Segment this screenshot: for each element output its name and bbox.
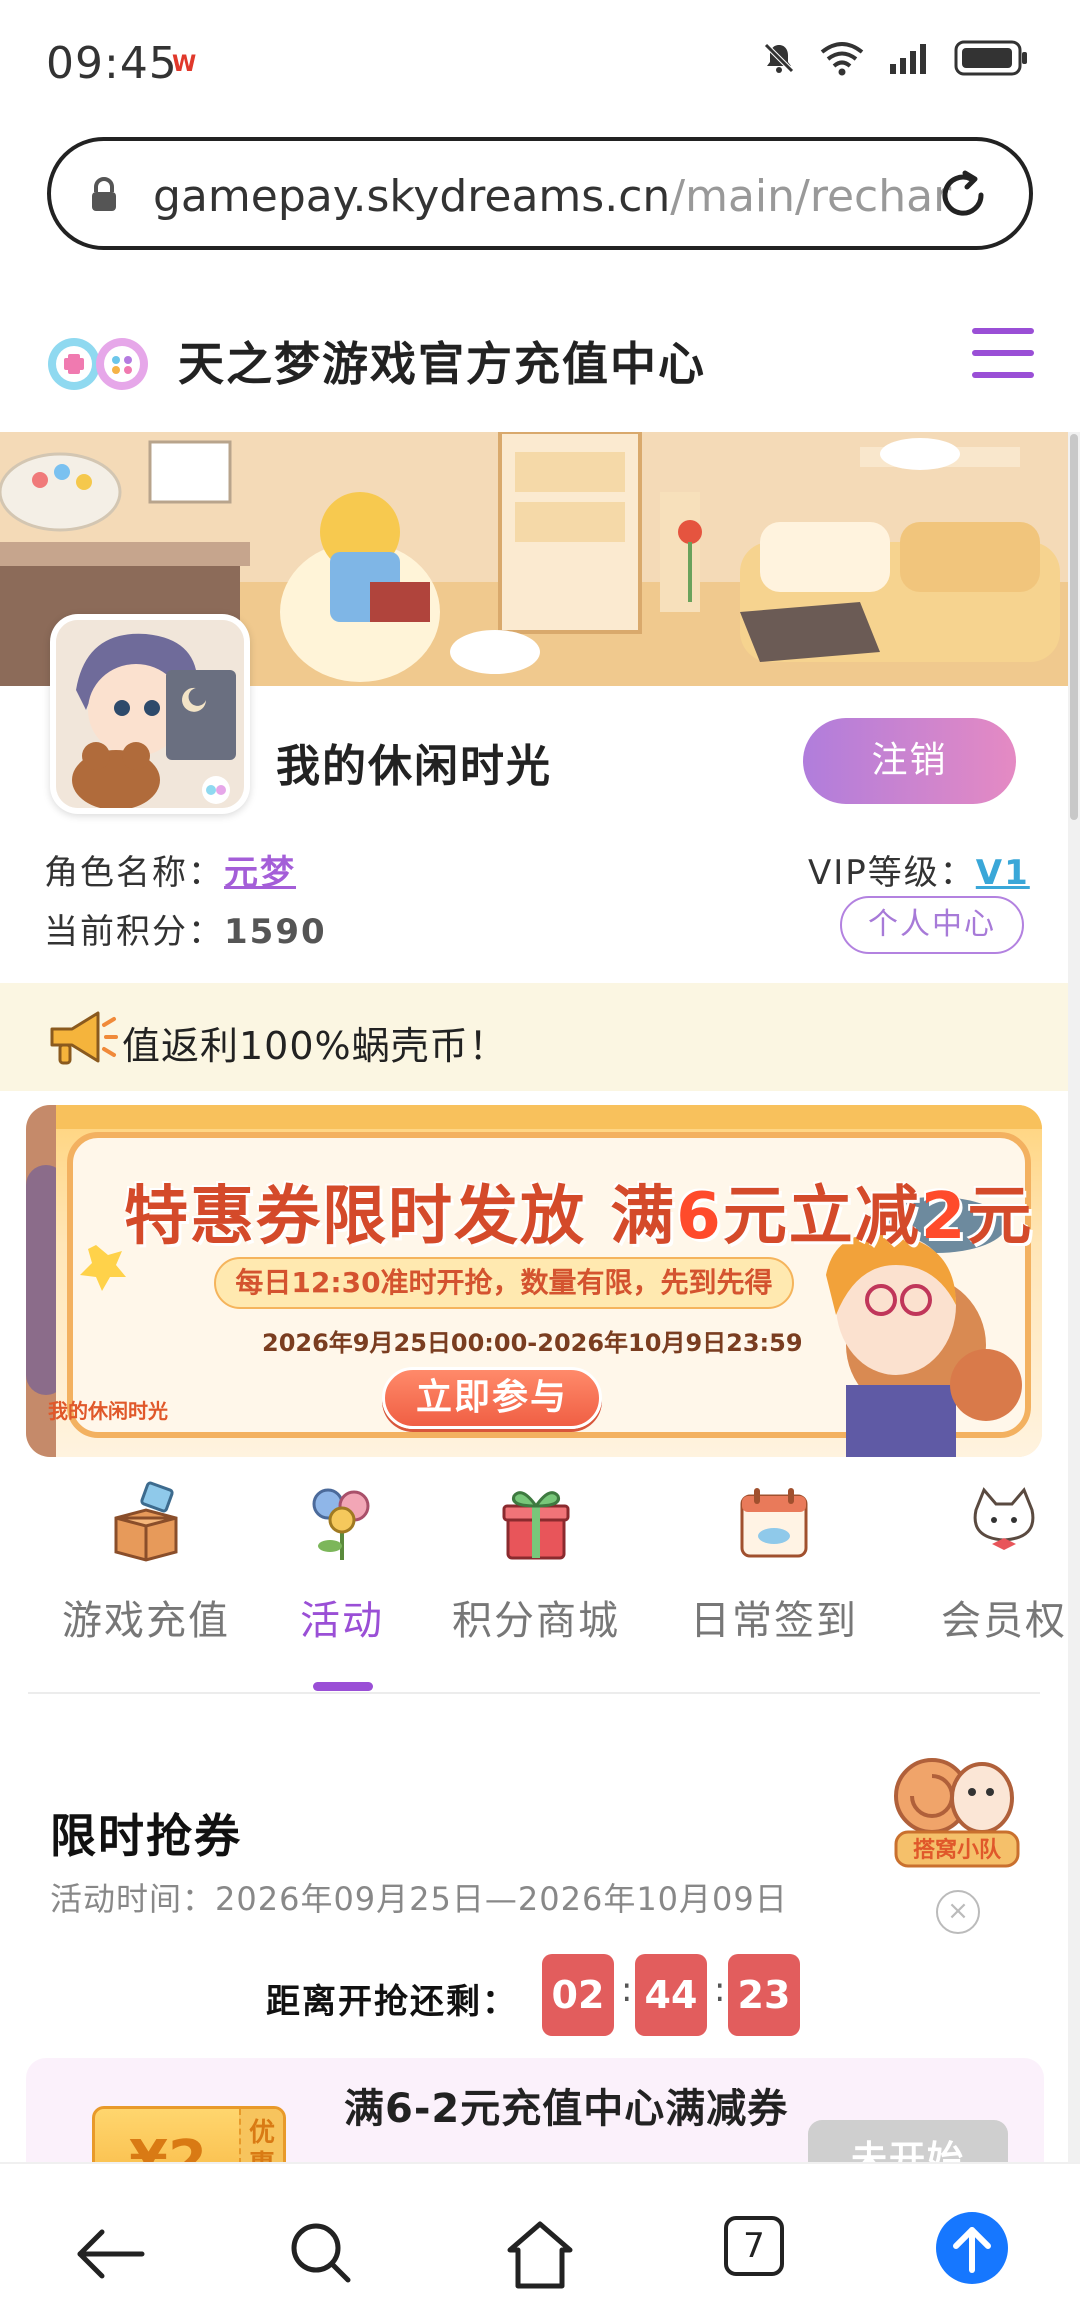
promo-banner[interactable]: 特惠券限时发放 满6元立减2元 每日12:30准时开抢，数量有限，先到先得 20… [26,1105,1042,1457]
active-tab-indicator [313,1682,373,1691]
battery-icon [954,40,1027,76]
cat-icon [973,1487,1035,1550]
countdown-hours: 02 [542,1954,614,2036]
category-nav: 游戏充值 活动 积分商城 日常签到 会员权 [0,1480,1068,1690]
address-bar[interactable]: gamepay.skydreams.cn/main/rechar [47,137,1033,250]
url-path: /main/rechar [670,171,952,222]
countdown-separator: : [714,1970,726,2010]
role-name-link[interactable]: 元梦 [224,853,296,893]
category-label: 游戏充值 [62,1598,230,1644]
category-label: 活动 [300,1598,384,1644]
promo-title-part: 特惠券限时发放 满 [124,1180,677,1254]
activity-title: 限时抢券 [50,1809,242,1863]
reload-icon[interactable] [935,167,991,223]
points-label: 当前积分： [44,912,224,952]
lock-icon [92,177,116,211]
browser-bottom-nav: 7 [0,2162,1080,2324]
menu-icon[interactable] [970,322,1036,384]
role-name-label: 角色名称： [44,853,224,893]
site-header: 天之梦游戏官方充值中心 [0,300,1080,430]
mascot-label: 搭窝小队 [913,1837,1002,1863]
promo-logo: 我的休闲时光 [48,1399,168,1423]
flower-icon [312,1488,370,1560]
gift-icon [502,1491,570,1560]
notice-bar[interactable]: 值返利100%蜗壳币！ [0,983,1068,1091]
role-name-row: 角色名称：元梦 [44,845,296,894]
promo-title: 特惠券限时发放 满6元立减2元 [124,1165,1033,1257]
site-title: 天之梦游戏官方充值中心 [178,337,706,391]
tabs-button[interactable]: 7 [724,2216,804,2296]
vip-level-label: VIP等级： [808,853,976,893]
category-member[interactable]: 会员权 [904,1480,1080,1646]
page-scrollbar-thumb[interactable] [1070,434,1078,820]
category-daily-checkin[interactable]: 日常签到 [674,1480,874,1646]
category-points-mall[interactable]: 积分商城 [436,1480,636,1646]
megaphone-icon [50,1011,118,1065]
status-time: 09:45 [46,38,178,89]
scroll-to-top-icon[interactable] [932,2208,1012,2288]
site-logo-icon[interactable] [44,322,154,406]
url-text[interactable]: gamepay.skydreams.cn/main/rechar [153,171,953,222]
signal-icon [890,44,926,74]
countdown-label: 距离开抢还剩： [266,1982,518,2022]
promo-date: 2026年9月25日00:00-2026年10月9日23:59 [262,1329,803,1357]
logout-button[interactable]: 注销 [803,718,1016,804]
activity-time: 活动时间：2026年09月25日—2026年10月09日 [50,1880,788,1918]
promo-join-button[interactable]: 立即参与 [382,1367,602,1429]
countdown-minutes: 44 [635,1954,707,2036]
promo-title-part: 元立减 [722,1180,921,1254]
category-game-recharge[interactable]: 游戏充值 [46,1480,246,1646]
notice-text: 值返利100%蜗壳币！ [122,1024,508,1068]
promo-subtitle: 每日12:30准时开抢，数量有限，先到先得 [214,1257,794,1309]
points-row: 当前积分：1590 [44,904,327,953]
game-avatar [50,614,250,814]
mute-icon [764,43,794,73]
category-activity[interactable]: 活动 [242,1480,442,1646]
status-bar: 09:45 W [0,0,1080,130]
tabs-count: 7 [724,2216,784,2276]
countdown-seconds: 23 [728,1954,800,2036]
category-label: 日常签到 [690,1598,858,1644]
game-name: 我的休闲时光 [276,741,552,792]
vip-level-row: VIP等级：V1 [808,845,1030,894]
divider [28,1692,1040,1694]
search-icon[interactable] [282,2214,362,2294]
box-icon [114,1481,178,1562]
calendar-icon [740,1488,808,1558]
coupon-title: 满6-2元充值中心满减券 [344,2086,789,2132]
countdown-separator: : [621,1970,633,2010]
notification-app-icon: W [172,52,197,77]
category-label: 积分商城 [452,1598,620,1644]
status-icons [762,40,1030,76]
promo-title-amount: 6 [676,1180,723,1254]
avatar-illustration [56,620,244,808]
wifi-icon [820,42,864,76]
vip-level-link[interactable]: V1 [976,853,1030,893]
points-value: 1590 [224,912,327,952]
personal-center-button[interactable]: 个人中心 [840,896,1024,954]
home-icon[interactable] [500,2214,580,2294]
back-arrow-icon[interactable] [70,2214,150,2294]
close-icon[interactable]: × [936,1890,980,1934]
promo-title-discount: 2 [920,1180,968,1254]
url-domain: gamepay.skydreams.cn [153,171,671,222]
snail-mascot-icon[interactable]: 搭窝小队 [886,1740,1028,1872]
category-label: 会员权 [941,1598,1067,1644]
promo-title-part: 元 [967,1180,1034,1254]
